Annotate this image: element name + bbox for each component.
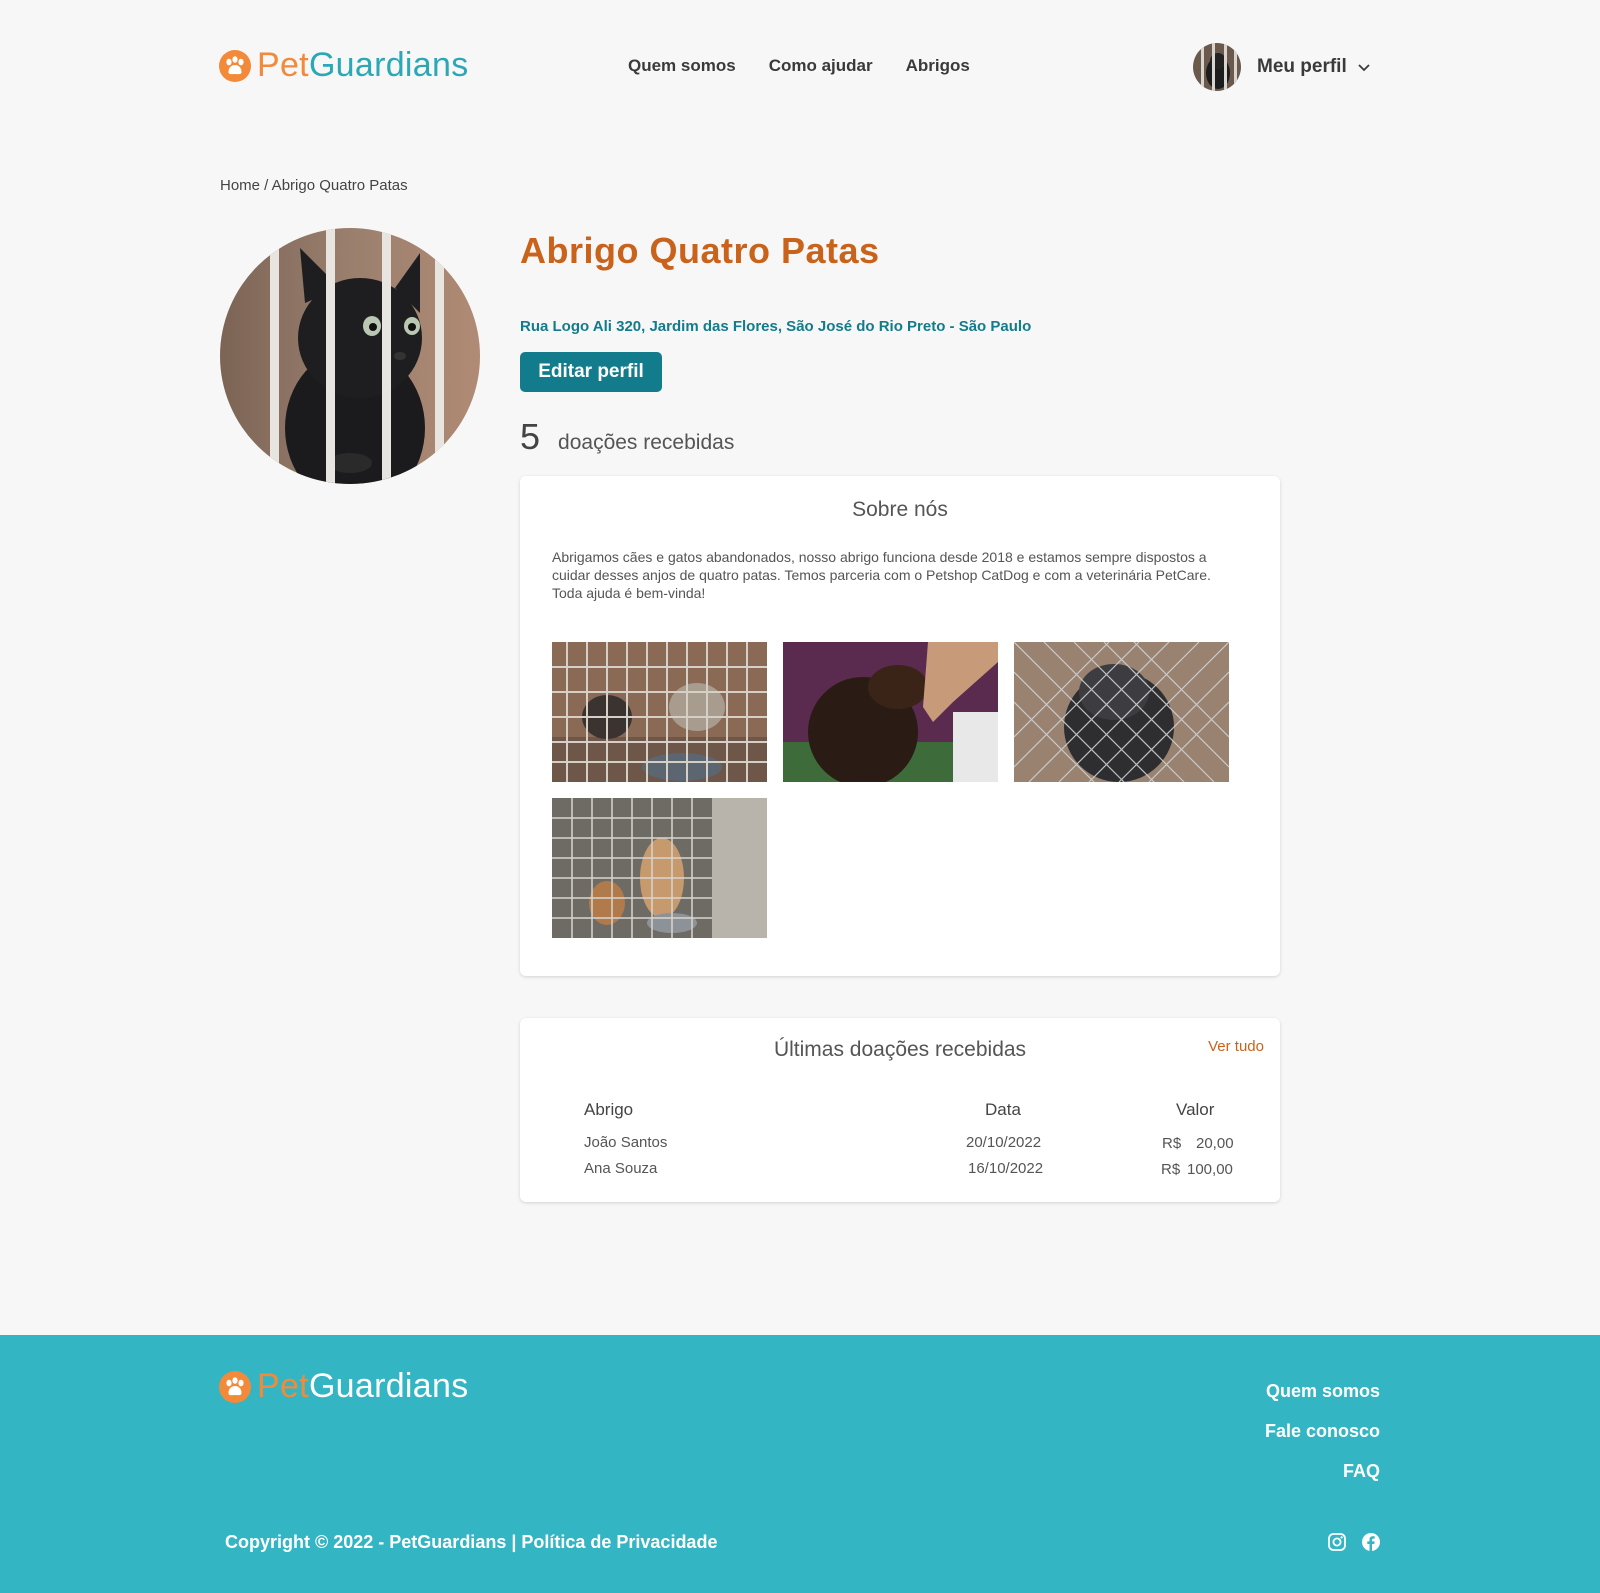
donation-amount: 20,00 — [1196, 1135, 1234, 1152]
site-header: Pet Guardians Quem somos Como ajudar Abri… — [0, 0, 1600, 135]
donation-date: 16/10/2022 — [968, 1160, 1044, 1177]
footer-links: Quem somos Fale conosco FAQ — [1265, 1381, 1380, 1501]
donations-label: doações recebidas — [558, 431, 735, 454]
footer-link-quem-somos[interactable]: Quem somos — [1265, 1381, 1380, 1402]
brand-guardians: Guardians — [308, 1367, 469, 1405]
recent-donations-card: Últimas doações recebidas Ver tudo Abrig… — [520, 1018, 1280, 1202]
profile-menu[interactable]: Meu perfil — [1193, 43, 1371, 91]
brand-pet: Pet — [257, 46, 309, 84]
shelter-address: Rua Logo Ali 320, Jardim das Flores, São… — [520, 318, 1032, 335]
about-title: Sobre nós — [852, 498, 948, 521]
breadcrumb[interactable]: Home / Abrigo Quatro Patas — [220, 177, 408, 194]
about-text: Abrigamos cães e gatos abandonados, noss… — [552, 549, 1211, 601]
paw-icon — [219, 1370, 251, 1403]
see-all-link[interactable]: Ver tudo — [1208, 1038, 1264, 1055]
footer-brand-logo[interactable]: Pet Guardians — [219, 1367, 469, 1406]
shelter-photo — [220, 228, 480, 484]
instagram-icon[interactable] — [1327, 1532, 1347, 1552]
avatar[interactable] — [1193, 43, 1241, 91]
edit-profile-button[interactable]: Editar perfil — [520, 352, 662, 392]
donation-date: 20/10/2022 — [966, 1134, 1042, 1151]
donation-name: Ana Souza — [584, 1160, 658, 1177]
gallery-photo[interactable] — [783, 642, 998, 782]
donation-amount: 100,00 — [1187, 1161, 1233, 1178]
brand-logo[interactable]: Pet Guardians — [219, 46, 469, 85]
nav-como-ajudar[interactable]: Como ajudar — [769, 56, 873, 76]
column-header-data: Data — [985, 1100, 1021, 1119]
page-title: Abrigo Quatro Patas — [520, 230, 880, 271]
paw-icon — [219, 49, 251, 82]
recent-donations-title: Últimas doações recebidas — [773, 1038, 1027, 1061]
gallery-photo[interactable] — [552, 798, 767, 938]
site-footer: Pet Guardians Quem somos Fale conosco FAQ… — [0, 1335, 1600, 1593]
copyright-text: Copyright © 2022 - PetGuardians | Políti… — [225, 1532, 718, 1552]
donation-currency: R$ — [1162, 1135, 1182, 1152]
footer-link-fale-conosco[interactable]: Fale conosco — [1265, 1421, 1380, 1442]
facebook-icon[interactable] — [1361, 1532, 1381, 1552]
profile-label: Meu perfil — [1257, 56, 1347, 77]
donations-summary: 5 doações recebidas — [520, 416, 734, 458]
nav-quem-somos[interactable]: Quem somos — [628, 56, 736, 76]
gallery-photo[interactable] — [552, 642, 767, 782]
brand-guardians: Guardians — [308, 46, 469, 84]
brand-pet: Pet — [257, 1367, 309, 1405]
donations-count: 5 — [520, 416, 541, 457]
main-nav: Quem somos Como ajudar Abrigos — [628, 56, 970, 76]
donation-name: João Santos — [584, 1134, 668, 1151]
donation-currency: R$ — [1161, 1161, 1181, 1178]
about-card: Sobre nós Abrigamos cães e gatos abandon… — [520, 476, 1280, 976]
chevron-down-icon[interactable] — [1357, 60, 1371, 74]
footer-link-faq[interactable]: FAQ — [1265, 1461, 1380, 1482]
nav-abrigos[interactable]: Abrigos — [906, 56, 970, 76]
social-links — [1327, 1532, 1381, 1552]
column-header-abrigo: Abrigo — [584, 1100, 634, 1119]
gallery-photo[interactable] — [1014, 642, 1229, 782]
column-header-valor: Valor — [1176, 1100, 1215, 1119]
